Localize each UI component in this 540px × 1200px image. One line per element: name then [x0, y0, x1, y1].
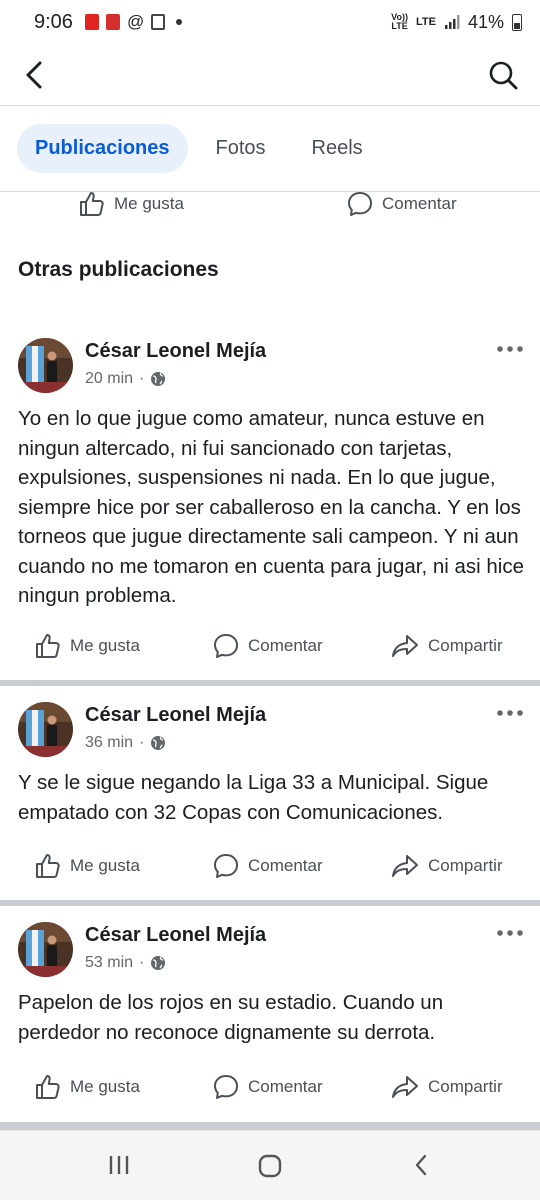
post-meta: 53 min · [85, 954, 166, 972]
like-label: Me gusta [70, 636, 140, 655]
post-time[interactable]: 36 min [85, 734, 133, 752]
volte-icon: Vo)) LTE [391, 12, 408, 31]
comment-button[interactable]: Comentar [346, 190, 457, 218]
comment-label: Comentar [248, 856, 323, 875]
threads-icon: @ [126, 12, 145, 31]
post-author[interactable]: César Leonel Mejía [85, 340, 266, 363]
share-icon [392, 855, 418, 877]
post-actions: Me gusta Comentar Compartir [0, 848, 540, 888]
more-options-icon[interactable] [496, 926, 524, 940]
meta-separator: · [139, 734, 145, 751]
like-button[interactable]: Me gusta [34, 632, 140, 660]
qr-icon [151, 14, 166, 30]
thumbs-up-icon [36, 634, 60, 658]
share-button[interactable]: Compartir [390, 632, 503, 660]
share-icon [392, 635, 418, 657]
share-label: Compartir [428, 856, 503, 875]
post-divider [0, 1122, 540, 1130]
comment-label: Comentar [248, 636, 323, 655]
globe-icon [151, 736, 166, 750]
post-meta: 36 min · [85, 734, 166, 752]
status-bar: 9:06 @ Vo)) LTE LTE 41% [0, 0, 540, 44]
lte-icon: LTE [416, 15, 436, 28]
battery-percent: 41% [467, 11, 504, 32]
thumbs-up-icon [36, 854, 60, 878]
share-button[interactable]: Compartir [390, 1073, 503, 1101]
share-label: Compartir [428, 1077, 503, 1096]
like-label: Me gusta [70, 856, 140, 875]
share-label: Compartir [428, 636, 503, 655]
more-options-icon[interactable] [496, 342, 524, 356]
status-right: Vo)) LTE LTE 41% [391, 12, 522, 33]
comment-button[interactable]: Comentar [212, 1073, 323, 1101]
search-icon[interactable] [488, 60, 518, 90]
post-text: Papelon de los rojos en su estadio. Cuan… [18, 991, 444, 1044]
pdf-notification-icon [84, 14, 99, 30]
post-author[interactable]: César Leonel Mejía [85, 704, 266, 727]
meta-separator: · [139, 954, 145, 971]
more-notifications-icon [176, 19, 183, 25]
comment-button[interactable]: Comentar [212, 632, 323, 660]
thumbs-up-icon [36, 1075, 60, 1099]
recent-apps-icon[interactable] [107, 1153, 131, 1177]
post-actions: Me gusta Comentar Compartir [0, 1069, 540, 1109]
like-label: Me gusta [114, 194, 184, 213]
comment-label: Comentar [382, 194, 457, 213]
post-card: César Leonel Mejía 53 min · Papelon de l… [0, 906, 540, 1122]
profile-photo-icon [18, 338, 73, 393]
globe-icon [151, 956, 166, 970]
post-card: César Leonel Mejía 36 min · Y se le sigu… [0, 686, 540, 900]
signal-icon [444, 15, 460, 29]
like-button[interactable]: Me gusta [34, 852, 140, 880]
meta-separator: · [139, 370, 145, 387]
comment-label: Comentar [248, 1077, 323, 1096]
tab-reels[interactable]: Reels [294, 124, 381, 173]
like-label: Me gusta [70, 1077, 140, 1096]
comment-icon [348, 192, 372, 216]
profile-tabs: Publicaciones Fotos Reels [0, 106, 540, 192]
avatar[interactable] [18, 922, 73, 977]
tab-fotos[interactable]: Fotos [198, 124, 284, 173]
system-back-icon[interactable] [410, 1153, 434, 1177]
post-text: Y se le sigue negando la Liga 33 a Munic… [18, 771, 489, 824]
avatar[interactable] [18, 338, 73, 393]
app-bar [0, 44, 540, 106]
system-nav-bar [0, 1130, 540, 1200]
post-meta: 20 min · [85, 370, 166, 388]
comment-icon [214, 634, 238, 658]
post-card: César Leonel Mejía 20 min · Yo en lo que… [0, 322, 540, 680]
more-options-icon[interactable] [496, 706, 524, 720]
post-actions: Me gusta Comentar Compartir [0, 628, 540, 668]
like-button[interactable]: Me gusta [78, 190, 184, 218]
comment-icon [214, 854, 238, 878]
globe-icon [151, 372, 166, 386]
like-button[interactable]: Me gusta [34, 1073, 140, 1101]
post-text: Yo en lo que jugue como amateur, nunca e… [18, 407, 524, 607]
avatar[interactable] [18, 702, 73, 757]
battery-icon [512, 13, 522, 31]
share-icon [392, 1076, 418, 1098]
profile-photo-icon [18, 702, 73, 757]
tab-publicaciones[interactable]: Publicaciones [17, 124, 188, 173]
section-title: Otras publicaciones [18, 258, 219, 281]
previous-post-actions: Me gusta Comentar [0, 188, 540, 224]
home-icon[interactable] [257, 1153, 283, 1179]
comment-button[interactable]: Comentar [212, 852, 323, 880]
thumbs-up-icon [80, 192, 104, 216]
status-time: 9:06 [34, 10, 73, 33]
share-button[interactable]: Compartir [390, 852, 503, 880]
comment-icon [214, 1075, 238, 1099]
post-time[interactable]: 20 min [85, 370, 133, 388]
post-author[interactable]: César Leonel Mejía [85, 924, 266, 947]
post-time[interactable]: 53 min [85, 954, 133, 972]
profile-photo-icon [18, 922, 73, 977]
notification-icons: @ [84, 12, 183, 32]
back-arrow-icon[interactable] [20, 58, 52, 92]
pdf-notification-icon [105, 14, 120, 30]
